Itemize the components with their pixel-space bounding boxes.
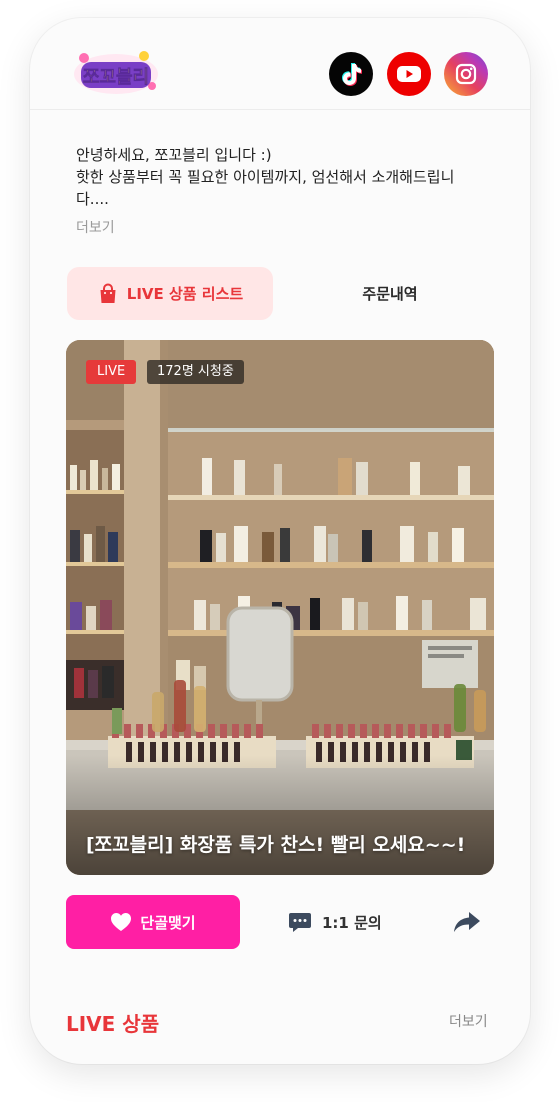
inquiry-button-label: 1:1 문의 bbox=[322, 913, 382, 932]
intro-line: 안녕하세요, 쪼꼬블리 입니다 :) bbox=[76, 146, 272, 164]
follow-button-label: 단골맺기 bbox=[140, 913, 196, 932]
section-more-link[interactable]: 더보기 bbox=[449, 1011, 488, 1031]
intro-line: 다.... bbox=[76, 190, 109, 208]
tab-live-products[interactable]: LIVE 상품 리스트 bbox=[67, 267, 273, 320]
chat-bubble-icon bbox=[289, 913, 311, 932]
share-button[interactable] bbox=[450, 906, 484, 938]
viewer-count-badge: 172명 시청중 bbox=[147, 360, 244, 384]
section-title: LIVE 상품 bbox=[66, 1012, 160, 1036]
instagram-icon bbox=[455, 63, 477, 85]
video-overlay-gradient bbox=[66, 755, 494, 875]
heart-icon bbox=[111, 913, 132, 931]
shopping-bag-icon bbox=[100, 283, 116, 303]
tiktok-icon bbox=[342, 63, 362, 86]
inquiry-button[interactable]: 1:1 문의 bbox=[288, 902, 382, 942]
youtube-icon bbox=[397, 66, 421, 82]
intro-more-link[interactable]: 더보기 bbox=[76, 217, 115, 237]
live-video-player[interactable]: LIVE 172명 시청중 [쪼꼬블리] 화장품 특가 찬스! 빨리 오세요~~… bbox=[66, 340, 494, 875]
phone-frame: 쪼꼬블리 안녕하세요, 쪼꼬블리 입니다 :) 핫한 상품부터 꼭 필요한 아이… bbox=[30, 18, 530, 1064]
store-intro: 안녕하세요, 쪼꼬블리 입니다 :) 핫한 상품부터 꼭 필요한 아이템까지, … bbox=[76, 144, 486, 210]
tab-live-products-label: LIVE 상품 리스트 bbox=[126, 285, 244, 303]
brand-logo[interactable]: 쪼꼬블리 bbox=[72, 48, 160, 96]
share-icon bbox=[454, 912, 480, 932]
intro-line: 핫한 상품부터 꼭 필요한 아이템까지, 엄선해서 소개해드립니 bbox=[76, 168, 455, 186]
app-header: 쪼꼬블리 bbox=[30, 18, 530, 110]
follow-button[interactable]: 단골맺기 bbox=[66, 895, 240, 949]
live-stream-title: [쪼꼬블리] 화장품 특가 찬스! 빨리 오세요~~! bbox=[86, 834, 466, 856]
live-badge: LIVE bbox=[86, 360, 137, 384]
logo-text: 쪼꼬블리 bbox=[83, 67, 149, 88]
tab-orders-label: 주문내역 bbox=[362, 285, 418, 303]
youtube-button[interactable] bbox=[387, 52, 431, 96]
instagram-button[interactable] bbox=[444, 52, 488, 96]
tab-orders[interactable]: 주문내역 bbox=[290, 267, 490, 320]
tiktok-button[interactable] bbox=[329, 52, 373, 96]
